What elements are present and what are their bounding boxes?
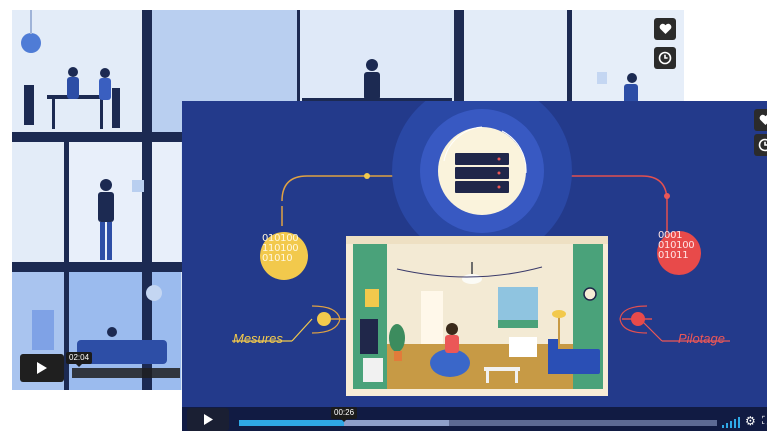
mesures-label: Mesures [233,331,283,346]
back-progress-bar[interactable] [72,368,180,378]
clock-icon [758,138,767,152]
play-icon [203,414,213,425]
watch-later-button[interactable] [654,47,676,69]
settings-icon[interactable]: ⚙ [745,415,756,427]
volume-icon[interactable] [722,416,740,428]
front-video-player[interactable]: 010100 110100 01010 0001 010100 01011 Me… [182,101,767,431]
watch-later-button[interactable] [754,134,767,156]
clock-icon [658,51,672,65]
front-control-bar [182,407,767,431]
front-time-tooltip: 00:26 [331,407,358,422]
binary-data-right: 0001 010100 01011 [658,230,695,261]
like-button[interactable] [754,109,767,131]
back-time-tooltip: 02:04 [66,352,93,367]
pilotage-label: Pilotage [678,331,725,346]
back-play-button[interactable] [20,354,64,382]
binary-data-left: 010100 110100 01010 [262,233,299,264]
play-icon [37,362,47,374]
fullscreen-icon[interactable]: ⛶ [762,415,767,427]
smart-home-illustration [182,101,767,431]
heart-icon [659,23,671,34]
like-button[interactable] [654,18,676,40]
heart-icon [759,114,767,125]
front-progress-played [239,420,344,426]
front-play-button[interactable] [187,408,229,431]
